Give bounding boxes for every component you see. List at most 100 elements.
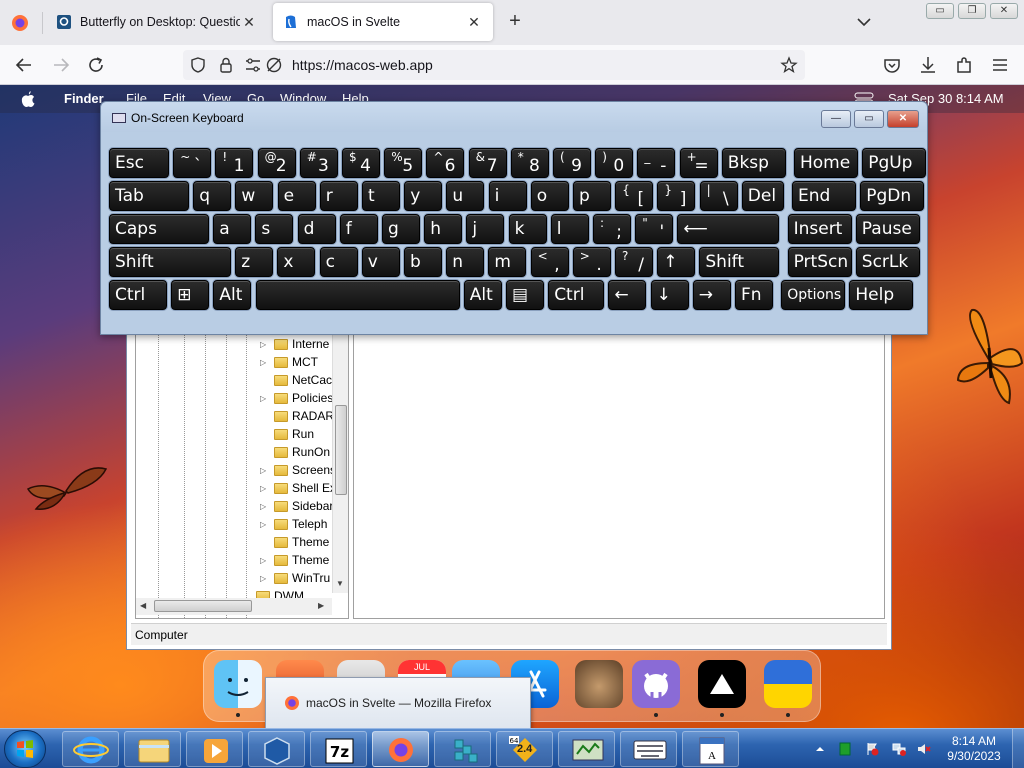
tree-item[interactable]: Run [260,425,314,443]
key-p[interactable]: p [573,181,611,211]
address-bar[interactable]: https://macos-web.app [183,50,805,80]
close-tab-icon[interactable]: ✕ [240,14,258,31]
key-caps[interactable]: Caps [109,214,209,244]
tree-item[interactable]: ▷ Sidebar [260,497,333,515]
expand-arrow-icon[interactable]: ▷ [260,556,270,565]
key-6[interactable]: ^ 6 [426,148,465,178]
key-j[interactable]: j [466,214,505,244]
file-explorer-taskbar-icon[interactable] [124,731,181,767]
scroll-right-arrow-icon[interactable]: ▶ [318,601,324,610]
internet-explorer-taskbar-icon[interactable] [62,731,119,767]
scroll-left-arrow-icon[interactable]: ◀ [140,601,146,610]
on-screen-keyboard-taskbar-icon[interactable] [620,731,677,767]
key-n[interactable]: n [446,247,485,277]
tree-item[interactable]: ▷ Shell Ex [260,479,336,497]
reload-icon[interactable] [85,54,107,76]
url-text[interactable]: https://macos-web.app [292,57,433,73]
expand-arrow-icon[interactable]: ▷ [260,484,270,493]
permissions-icon[interactable] [244,56,262,74]
ukraine-flag-dock-icon[interactable] [764,660,812,708]
system-clock[interactable]: 8:14 AM 9/30/2023 [946,734,1002,764]
tree-item[interactable]: ▷ Interne [260,335,329,353]
cat-avatar-dock-icon[interactable] [575,660,623,708]
registry-values-pane[interactable] [353,334,885,619]
key-m[interactable]: m [488,247,527,277]
expand-arrow-icon[interactable]: ▷ [260,466,270,475]
wordpad-taskbar-icon[interactable]: A [682,731,739,767]
key-symbol[interactable]: >. [572,247,611,277]
window-restore-button[interactable]: ❐ [958,3,986,19]
key-symbol[interactable]: {[ [615,181,654,211]
lock-icon[interactable] [218,56,234,74]
key-9[interactable]: (9 [553,148,591,178]
start-button[interactable] [4,730,46,768]
key-symbol[interactable]: ⟵ [677,214,780,244]
key-x[interactable]: x [277,247,316,277]
key-symbol[interactable]: ▤ [506,280,544,310]
pocket-icon[interactable] [881,54,903,76]
key-ctrl[interactable]: Ctrl [109,280,167,310]
key-prtscn[interactable]: PrtScn [787,247,852,277]
app-64bit-taskbar-icon[interactable]: 64 2.4 [496,731,553,767]
key-symbol[interactable]: → [692,280,731,310]
osk-restore-button[interactable]: ▭ [854,110,884,128]
expand-arrow-icon[interactable]: ▷ [260,574,270,583]
firefox-view-icon[interactable] [10,13,30,33]
key-insert[interactable]: Insert [787,214,852,244]
key-ctrl[interactable]: Ctrl [548,280,605,310]
scrollbar-thumb[interactable] [154,600,252,612]
key-v[interactable]: v [361,247,400,277]
expand-arrow-icon[interactable]: ▷ [260,520,270,529]
key-r[interactable]: r [319,181,358,211]
tree-item[interactable]: ▷ Theme [260,551,329,569]
key-symbol[interactable]: }] [657,181,696,211]
key-w[interactable]: w [235,181,274,211]
key-symbol[interactable]: _ - [637,148,676,178]
key-k[interactable]: k [508,214,547,244]
tab-butterfly-questions[interactable]: Butterfly on Desktop: Questions ✕ [46,3,268,41]
key-3[interactable]: #3 [299,148,338,178]
key-home[interactable]: Home [794,148,858,178]
key-c[interactable]: c [319,247,358,277]
menu-app-name[interactable]: Finder [64,91,104,106]
key-8[interactable]: * 8 [510,148,549,178]
registry-tree-pane[interactable]: ▷ Interne ▷ MCT NetCac ▷ Policies RADAR Run… [135,334,349,619]
key-4[interactable]: $4 [342,148,380,178]
key-alt[interactable]: Alt [463,280,502,310]
virtualbox-taskbar-icon[interactable] [248,731,305,767]
key-b[interactable]: b [404,247,442,277]
key-symbol[interactable]: ⊞ [171,280,210,310]
tree-item[interactable]: NetCac [260,371,332,389]
key-t[interactable]: t [362,181,400,211]
expand-arrow-icon[interactable]: ▷ [260,340,270,349]
bookmark-star-icon[interactable] [780,56,798,74]
key-tab[interactable]: Tab [109,181,189,211]
key-q[interactable]: q [193,181,232,211]
vercel-dock-icon[interactable] [698,660,746,708]
network-icon[interactable] [892,742,906,756]
key-pgup[interactable]: PgUp [862,148,927,178]
osk-title-bar[interactable]: On-Screen Keyboard — ▭ ✕ [101,102,927,132]
close-tab-icon[interactable]: ✕ [465,14,483,31]
osk-close-button[interactable]: ✕ [887,110,919,128]
forward-arrow-icon[interactable] [50,54,72,76]
key-fn[interactable]: Fn [735,280,773,310]
key-o[interactable]: o [530,181,569,211]
tree-item[interactable]: Theme [260,533,329,551]
key-symbol[interactable]: :; [593,214,631,244]
key-symbol[interactable]: ↓ [650,280,689,310]
apple-logo-icon[interactable] [20,90,36,108]
key-alt[interactable]: Alt [213,280,252,310]
tab-macos-in-svelte[interactable]: macOS in Svelte ✕ [273,3,493,41]
github-dock-icon[interactable] [632,660,680,708]
key-shift[interactable]: Shift [699,247,780,277]
hamburger-menu-icon[interactable] [989,54,1011,76]
key-symbol[interactable]: ← [608,280,647,310]
osk-minimize-button[interactable]: — [821,110,851,128]
finder-dock-icon[interactable] [214,660,262,708]
key-shift[interactable]: Shift [109,247,231,277]
tree-item[interactable]: RunOn [260,443,330,461]
registry-editor-taskbar-icon[interactable] [434,731,491,767]
key-7[interactable]: & 7 [468,148,507,178]
tree-item[interactable]: ▷ WinTru [260,569,330,587]
